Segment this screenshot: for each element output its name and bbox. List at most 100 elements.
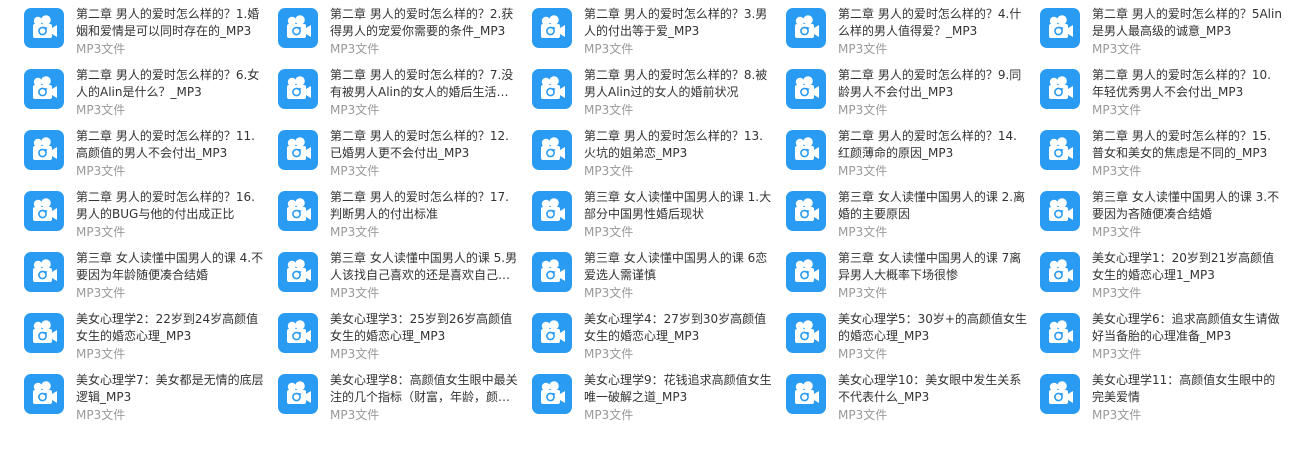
file-item-7[interactable]: 第二章 男人的爱时怎么样的？7.没有被男人Alin的女人的婚后生活现状_MP3 … [278, 61, 528, 117]
file-type: MP3文件 [584, 286, 634, 300]
file-item-33[interactable]: 美女心理学9：花钱追求高颜值女生唯一破解之道_MP3 MP3文件 [532, 366, 782, 422]
file-type: MP3文件 [584, 347, 634, 361]
file-name: 第三章 女人读懂中国男人的课 7离异男人大概率下场很惨 [838, 251, 1022, 282]
file-meta: 第二章 男人的爱时怎么样的？11.高颜值的男人不会付出_MP3 MP3文件 [76, 122, 266, 179]
file-name: 第二章 男人的爱时怎么样的？14.红颜薄命的原因_MP3 [838, 129, 1017, 160]
file-item-26[interactable]: 美女心理学2：22岁到24岁高颜值女生的婚恋心理_MP3 MP3文件 [24, 305, 274, 361]
file-name: 第二章 男人的爱时怎么样的？8.被男人Alin过的女人的婚前状况 [584, 68, 768, 99]
file-meta: 第二章 男人的爱时怎么样的？13.火坑的姐弟恋_MP3 MP3文件 [584, 122, 774, 179]
file-item-19[interactable]: 第三章 女人读懂中国男人的课 2.离婚的主要原因 MP3文件 [786, 183, 1036, 239]
file-item-4[interactable]: 第二章 男人的爱时怎么样的？4.什么样的男人值得爱？_MP3 MP3文件 [786, 0, 1036, 56]
file-type: MP3文件 [76, 225, 126, 239]
file-item-3[interactable]: 第二章 男人的爱时怎么样的？3.男人的付出等于爱_MP3 MP3文件 [532, 0, 782, 56]
file-item-18[interactable]: 第三章 女人读懂中国男人的课 1.大部分中国男性婚后现状 MP3文件 [532, 183, 782, 239]
file-meta: 第二章 男人的爱时怎么样的？1.婚姻和爱情是可以同时存在的_MP3 MP3文件 [76, 0, 266, 57]
file-item-28[interactable]: 美女心理学4：27岁到30岁高颜值女生的婚恋心理_MP3 MP3文件 [532, 305, 782, 361]
file-meta: 第二章 男人的爱时怎么样的？9.同龄男人不会付出_MP3 MP3文件 [838, 61, 1028, 118]
file-item-16[interactable]: 第二章 男人的爱时怎么样的？16.男人的BUG与他的付出成正比 MP3文件 [24, 183, 274, 239]
file-grid: 第二章 男人的爱时怎么样的？1.婚姻和爱情是可以同时存在的_MP3 MP3文件 … [0, 0, 1312, 456]
file-meta: 第二章 男人的爱时怎么样的？12.已婚男人更不会付出_MP3 MP3文件 [330, 122, 520, 179]
file-name: 第二章 男人的爱时怎么样的？12.已婚男人更不会付出_MP3 [330, 129, 509, 160]
file-item-17[interactable]: 第二章 男人的爱时怎么样的？17.判断男人的付出标准 MP3文件 [278, 183, 528, 239]
video-file-icon [532, 69, 572, 109]
file-type: MP3文件 [76, 286, 126, 300]
file-type: MP3文件 [330, 103, 380, 117]
file-item-20[interactable]: 第三章 女人读懂中国男人的课 3.不要因为吝随便凑合结婚 MP3文件 [1040, 183, 1290, 239]
file-name: 第三章 女人读懂中国男人的课 2.离婚的主要原因 [838, 190, 1026, 221]
video-file-icon [786, 191, 826, 231]
file-meta: 第三章 女人读懂中国男人的课 3.不要因为吝随便凑合结婚 MP3文件 [1092, 183, 1282, 240]
video-file-icon [786, 252, 826, 292]
file-type: MP3文件 [584, 103, 634, 117]
file-meta: 第二章 男人的爱时怎么样的？14.红颜薄命的原因_MP3 MP3文件 [838, 122, 1028, 179]
file-type: MP3文件 [838, 42, 888, 56]
file-meta: 第三章 女人读懂中国男人的课 2.离婚的主要原因 MP3文件 [838, 183, 1028, 240]
video-file-icon [24, 313, 64, 353]
file-item-10[interactable]: 第二章 男人的爱时怎么样的？10.年轻优秀男人不会付出_MP3 MP3文件 [1040, 61, 1290, 117]
file-item-6[interactable]: 第二章 男人的爱时怎么样的？6.女人的Alin是什么？_MP3 MP3文件 [24, 61, 274, 117]
file-item-31[interactable]: 美女心理学7：美女都是无情的底层逻辑_MP3 MP3文件 [24, 366, 274, 422]
file-item-13[interactable]: 第二章 男人的爱时怎么样的？13.火坑的姐弟恋_MP3 MP3文件 [532, 122, 782, 178]
file-item-8[interactable]: 第二章 男人的爱时怎么样的？8.被男人Alin过的女人的婚前状况 MP3文件 [532, 61, 782, 117]
file-item-30[interactable]: 美女心理学6：追求高颜值女生请做好当备胎的心理准备_MP3 MP3文件 [1040, 305, 1290, 361]
file-type: MP3文件 [330, 225, 380, 239]
video-file-icon [1040, 8, 1080, 48]
file-type: MP3文件 [1092, 286, 1142, 300]
video-file-icon [24, 8, 64, 48]
video-file-icon [786, 130, 826, 170]
file-item-5[interactable]: 第二章 男人的爱时怎么样的？5Alin是男人最高级的诚意_MP3 MP3文件 [1040, 0, 1290, 56]
file-type: MP3文件 [1092, 347, 1142, 361]
file-item-11[interactable]: 第二章 男人的爱时怎么样的？11.高颜值的男人不会付出_MP3 MP3文件 [24, 122, 274, 178]
video-file-icon [24, 252, 64, 292]
file-item-12[interactable]: 第二章 男人的爱时怎么样的？12.已婚男人更不会付出_MP3 MP3文件 [278, 122, 528, 178]
file-item-21[interactable]: 第三章 女人读懂中国男人的课 4.不要因为年龄随便凑合结婚 MP3文件 [24, 244, 274, 300]
file-item-25[interactable]: 美女心理学1：20岁到21岁高颜值女生的婚恋心理1_MP3 MP3文件 [1040, 244, 1290, 300]
file-item-22[interactable]: 第三章 女人读懂中国男人的课 5.男人该找自己喜欢的还是喜欢自己的_MP3 MP… [278, 244, 528, 300]
file-type: MP3文件 [838, 103, 888, 117]
file-name: 美女心理学10：美女眼中发生关系不代表什么_MP3 [838, 373, 1022, 404]
file-name: 美女心理学9：花钱追求高颜值女生唯一破解之道_MP3 [584, 373, 772, 404]
file-meta: 第二章 男人的爱时怎么样的？8.被男人Alin过的女人的婚前状况 MP3文件 [584, 61, 774, 118]
file-type: MP3文件 [1092, 42, 1142, 56]
file-item-1[interactable]: 第二章 男人的爱时怎么样的？1.婚姻和爱情是可以同时存在的_MP3 MP3文件 [24, 0, 274, 56]
video-file-icon [278, 313, 318, 353]
file-item-2[interactable]: 第二章 男人的爱时怎么样的？2.获得男人的宠爱你需要的条件_MP3 MP3文件 [278, 0, 528, 56]
file-item-23[interactable]: 第三章 女人读懂中国男人的课 6恋爱选人需谨慎 MP3文件 [532, 244, 782, 300]
file-meta: 美女心理学5：30岁+的高颜值女生的婚恋心理_MP3 MP3文件 [838, 305, 1028, 362]
file-item-27[interactable]: 美女心理学3：25岁到26岁高颜值女生的婚恋心理_MP3 MP3文件 [278, 305, 528, 361]
video-file-icon [1040, 69, 1080, 109]
video-file-icon [24, 130, 64, 170]
file-type: MP3文件 [584, 164, 634, 178]
video-file-icon [532, 130, 572, 170]
file-item-9[interactable]: 第二章 男人的爱时怎么样的？9.同龄男人不会付出_MP3 MP3文件 [786, 61, 1036, 117]
file-type: MP3文件 [330, 286, 380, 300]
video-file-icon [1040, 374, 1080, 414]
file-item-24[interactable]: 第三章 女人读懂中国男人的课 7离异男人大概率下场很惨 MP3文件 [786, 244, 1036, 300]
file-type: MP3文件 [838, 347, 888, 361]
video-file-icon [1040, 313, 1080, 353]
file-meta: 第二章 男人的爱时怎么样的？17.判断男人的付出标准 MP3文件 [330, 183, 520, 240]
file-item-32[interactable]: 美女心理学8：高颜值女生眼中最关注的几个指标（财富，年龄，颜值）_MP3 MP3… [278, 366, 528, 422]
file-meta: 美女心理学10：美女眼中发生关系不代表什么_MP3 MP3文件 [838, 366, 1028, 423]
file-name: 美女心理学7：美女都是无情的底层逻辑_MP3 [76, 373, 264, 404]
video-file-icon [1040, 191, 1080, 231]
file-name: 第二章 男人的爱时怎么样的？4.什么样的男人值得爱？_MP3 [838, 7, 1022, 38]
video-file-icon [278, 252, 318, 292]
file-item-29[interactable]: 美女心理学5：30岁+的高颜值女生的婚恋心理_MP3 MP3文件 [786, 305, 1036, 361]
video-file-icon [786, 374, 826, 414]
file-type: MP3文件 [838, 164, 888, 178]
file-item-14[interactable]: 第二章 男人的爱时怎么样的？14.红颜薄命的原因_MP3 MP3文件 [786, 122, 1036, 178]
file-name: 美女心理学6：追求高颜值女生请做好当备胎的心理准备_MP3 [1092, 312, 1280, 343]
file-name: 第二章 男人的爱时怎么样的？7.没有被男人Alin的女人的婚后生活现状_MP3 [330, 68, 514, 99]
file-type: MP3文件 [584, 42, 634, 56]
file-meta: 美女心理学1：20岁到21岁高颜值女生的婚恋心理1_MP3 MP3文件 [1092, 244, 1282, 301]
video-file-icon [786, 313, 826, 353]
file-item-34[interactable]: 美女心理学10：美女眼中发生关系不代表什么_MP3 MP3文件 [786, 366, 1036, 422]
video-file-icon [1040, 130, 1080, 170]
video-file-icon [278, 374, 318, 414]
file-item-15[interactable]: 第二章 男人的爱时怎么样的？15.普女和美女的焦虑是不同的_MP3 MP3文件 [1040, 122, 1290, 178]
file-type: MP3文件 [76, 103, 126, 117]
file-name: 第二章 男人的爱时怎么样的？10.年轻优秀男人不会付出_MP3 [1092, 68, 1271, 99]
file-item-35[interactable]: 美女心理学11：高颜值女生眼中的完美爱情 MP3文件 [1040, 366, 1290, 422]
video-file-icon [24, 69, 64, 109]
